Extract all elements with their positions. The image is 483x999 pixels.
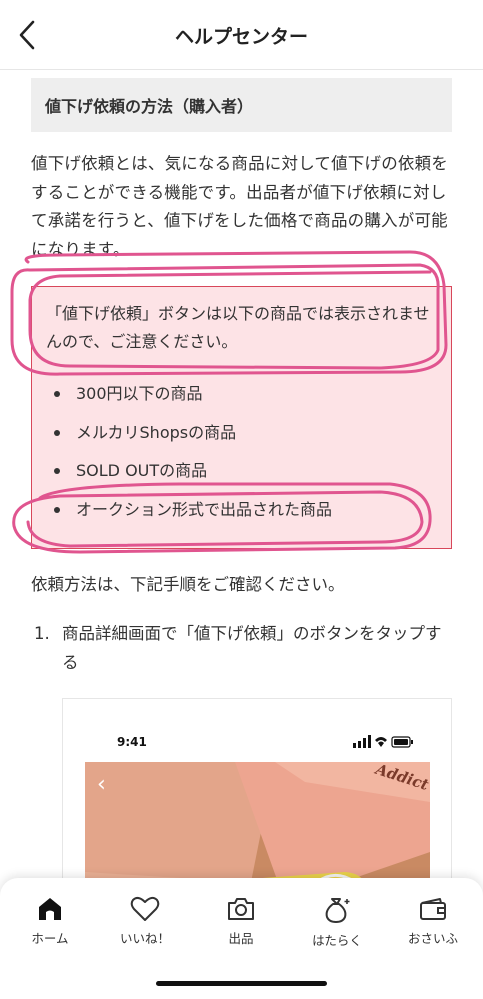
product-photo: ‹ Addict xyxy=(85,762,430,880)
wallet-icon xyxy=(420,898,446,920)
tab-home[interactable]: ホーム xyxy=(10,896,90,947)
article-content[interactable]: 値下げ依頼の方法（購入者） 値下げ依頼とは、気になる商品に対して値下げの依頼をす… xyxy=(0,70,483,880)
camera-icon xyxy=(228,898,254,920)
section-heading: 値下げ依頼の方法（購入者） xyxy=(31,78,452,132)
tab-label: おさいふ xyxy=(407,931,458,946)
home-icon xyxy=(39,898,61,920)
tab-label: 出品 xyxy=(228,931,254,946)
list-item: オークション形式で出品された商品 xyxy=(50,491,332,530)
tab-label: はたらく xyxy=(312,933,362,948)
example-screenshot: 9:41 ‹ Addict xyxy=(62,698,452,880)
status-time: 9:41 xyxy=(117,735,147,749)
notice-text: 「値下げ依頼」ボタンは以下の商品では表示されませんので、ご注意ください。 xyxy=(46,304,430,351)
heart-icon xyxy=(130,896,160,921)
tab-wallet[interactable]: おさいふ xyxy=(393,896,473,947)
request-method-text: 依頼方法は、下記手順をご確認ください。 xyxy=(31,575,345,594)
tab-like[interactable]: いいね！ xyxy=(105,896,185,947)
home-indicator xyxy=(156,981,327,986)
money-bag-icon xyxy=(325,898,350,923)
photo-back-icon: ‹ xyxy=(97,772,106,797)
notice-list: 300円以下の商品 メルカリShopsの商品 SOLD OUTの商品 オークショ… xyxy=(50,375,332,529)
app-header: ヘルプセンター xyxy=(0,0,483,70)
list-item: 300円以下の商品 xyxy=(50,375,332,414)
list-item: メルカリShopsの商品 xyxy=(50,414,332,453)
tab-work[interactable]: はたらく xyxy=(297,896,377,949)
tab-label: ホーム xyxy=(31,931,69,946)
intro-paragraph: 値下げ依頼とは、気になる商品に対して値下げの依頼をすることができる機能です。出品… xyxy=(31,154,449,259)
product-photo-graphic xyxy=(85,762,430,880)
tab-sell[interactable]: 出品 xyxy=(201,896,281,947)
bottom-tab-bar: ホーム いいね！ 出品 はたらく おさいふ xyxy=(0,878,483,999)
status-icons xyxy=(353,735,413,748)
tab-label: いいね！ xyxy=(119,931,170,946)
list-item: SOLD OUTの商品 xyxy=(50,452,332,491)
step-number: 1. xyxy=(34,624,50,643)
notice-box: 「値下げ依頼」ボタンは以下の商品では表示されませんので、ご注意ください。 300… xyxy=(31,286,452,549)
step-text: 商品詳細画面で「値下げ依頼」のボタンをタップする xyxy=(62,624,442,672)
page-title: ヘルプセンター xyxy=(174,26,308,48)
